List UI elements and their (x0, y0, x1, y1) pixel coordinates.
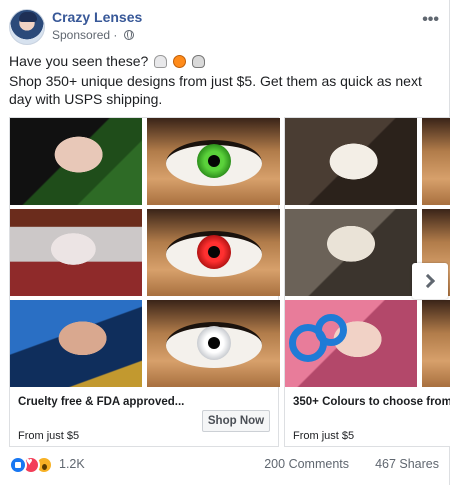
scissors-prop (315, 314, 347, 346)
eye-photo (422, 118, 450, 205)
more-options-icon[interactable]: ••• (422, 11, 439, 29)
red-lens-iris (196, 234, 231, 269)
green-lens-iris (196, 143, 231, 178)
post-text-body: Shop 350+ unique designs from just $5. G… (9, 73, 422, 107)
sponsored-text: Sponsored (52, 28, 111, 42)
post-header: Crazy Lenses Sponsored · ••• (9, 9, 439, 45)
model-photo (285, 209, 417, 296)
eye-photo (422, 300, 450, 387)
reaction-count[interactable]: 1.2K (59, 457, 85, 471)
card-image-grid[interactable] (10, 118, 280, 387)
card-subtitle: From just $5 (18, 430, 80, 442)
shop-now-button[interactable]: Shop Now (202, 410, 270, 432)
skull-emoji-icon (192, 55, 205, 68)
chevron-right-icon (420, 273, 436, 289)
ghost-emoji-icon (154, 55, 168, 68)
model-photo (10, 300, 142, 387)
carousel-next-button[interactable] (412, 263, 448, 299)
pumpkin-emoji-icon (173, 55, 187, 68)
sponsored-label[interactable]: Sponsored · (52, 28, 134, 42)
model-photo (10, 118, 142, 205)
shares-count-link[interactable]: 467 Shares (375, 457, 439, 471)
white-lens-iris (196, 325, 231, 360)
eye-photo-green (147, 118, 280, 205)
eye-photo-red (147, 209, 280, 296)
dot-separator: · (113, 28, 118, 42)
model-photo (285, 118, 417, 205)
product-carousel[interactable]: Cruelty free & FDA approved... From just… (9, 117, 450, 447)
eye-photo-white (147, 300, 280, 387)
card-title[interactable]: Cruelty free & FDA approved... (18, 396, 184, 408)
sponsored-post: Crazy Lenses Sponsored · ••• Have you se… (0, 0, 450, 485)
model-photo (10, 209, 142, 296)
model-photo (285, 300, 417, 387)
post-text-question: Have you seen these? (9, 53, 149, 69)
like-icon[interactable] (9, 456, 27, 474)
page-name-link[interactable]: Crazy Lenses (52, 9, 142, 25)
card-title[interactable]: 350+ Colours to choose from... (293, 396, 450, 408)
globe-icon (123, 30, 134, 40)
card-image-grid[interactable] (285, 118, 450, 387)
post-text-line1: Have you seen these? (9, 53, 205, 69)
page-avatar[interactable] (9, 9, 45, 45)
post-footer: 1.2K 200 Comments 467 Shares (9, 456, 439, 474)
card-subtitle: From just $5 (293, 430, 355, 442)
carousel-card[interactable]: Cruelty free & FDA approved... From just… (9, 117, 280, 447)
comments-count-link[interactable]: 200 Comments (264, 457, 349, 471)
